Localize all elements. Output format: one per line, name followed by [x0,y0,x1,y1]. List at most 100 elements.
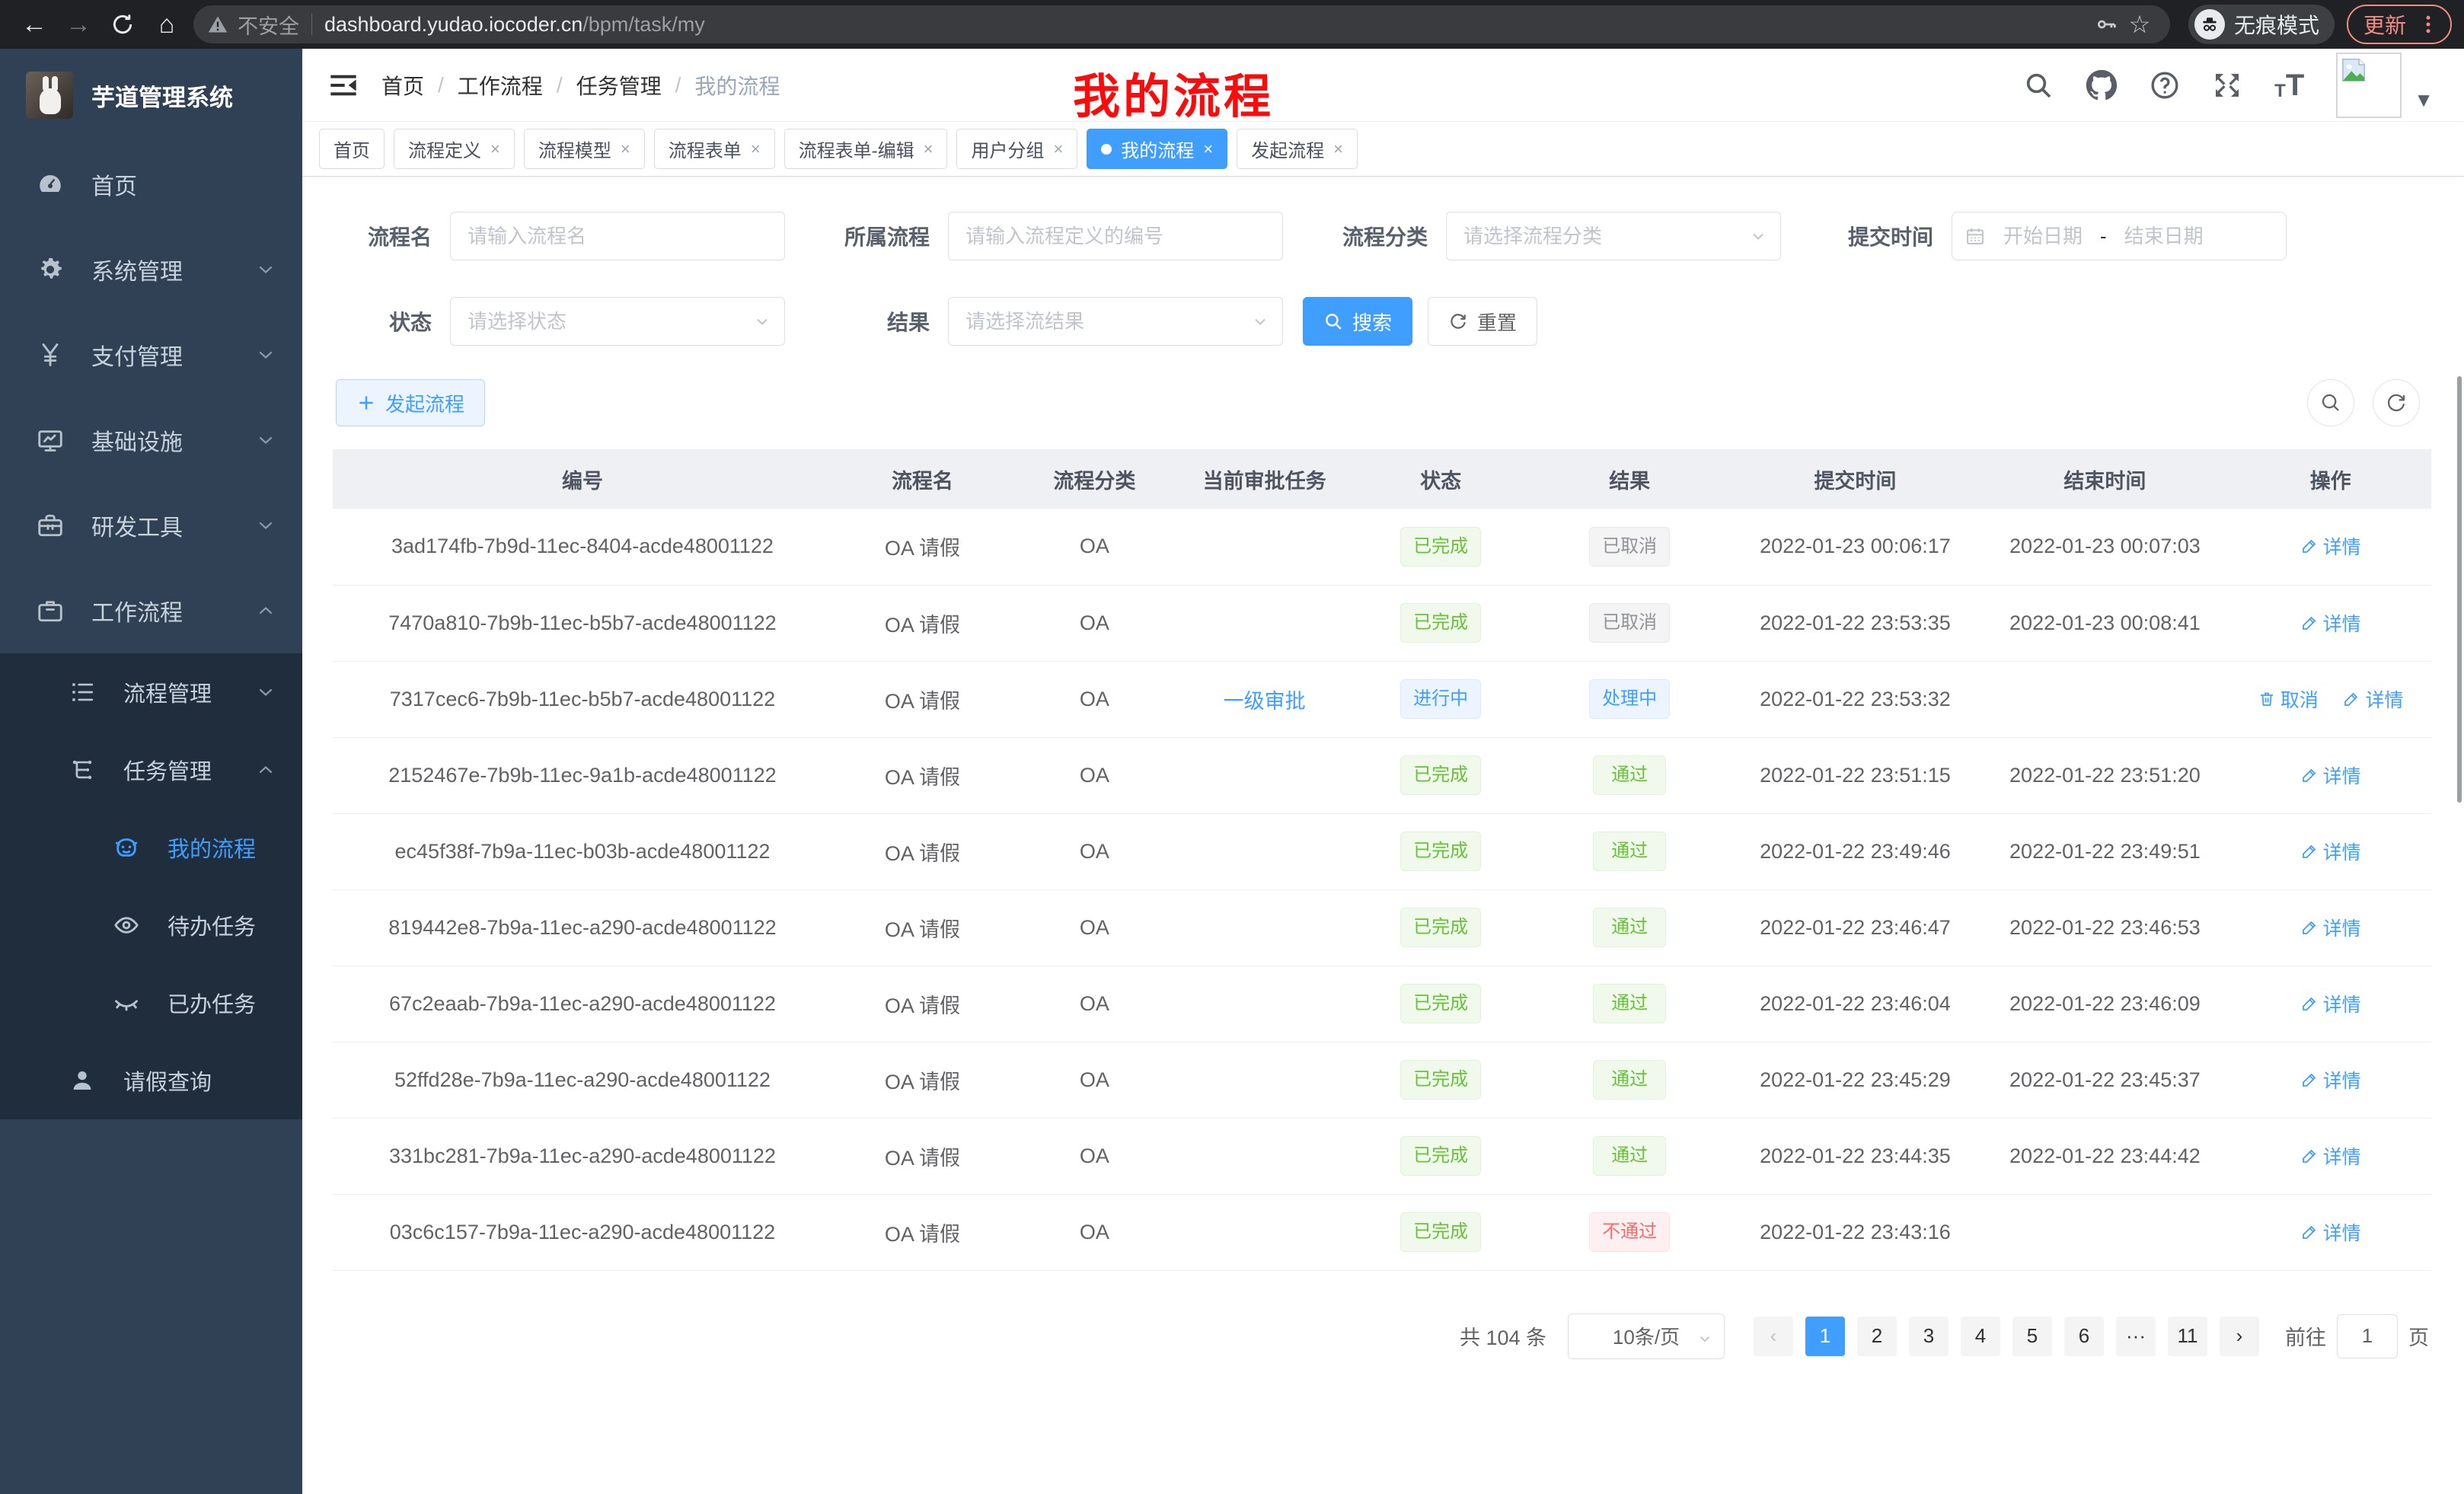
tab-close-icon[interactable]: × [751,139,761,159]
prev-page-button[interactable]: ‹ [1754,1317,1793,1356]
tab-流程表单[interactable]: 流程表单× [654,129,775,169]
column-header: 提交时间 [1730,449,1980,509]
sidebar-item-任务管理[interactable]: 任务管理 [0,731,302,809]
font-size-icon[interactable]: TT [2274,70,2304,101]
detail-action-link[interactable]: 详情 [2300,1066,2361,1093]
column-header: 结束时间 [1980,449,2229,509]
category-select[interactable] [1446,212,1781,260]
sidebar-item-支付管理[interactable]: 支付管理 [0,312,302,397]
back-button[interactable]: ← [12,7,56,42]
start-date-input[interactable] [1986,225,2100,248]
breadcrumb-item[interactable]: 首页 [381,70,424,101]
name-filter-input[interactable] [450,212,785,260]
sidebar-item-流程管理[interactable]: 流程管理 [0,653,302,731]
password-key-icon[interactable] [2089,13,2123,36]
sidebar-item-已办任务[interactable]: 已办任务 [0,964,302,1042]
submit-time-cell: 2022-01-22 23:51:15 [1730,737,1980,813]
help-icon[interactable] [2150,70,2180,101]
sidebar-collapse-button[interactable] [325,67,362,104]
reset-button[interactable]: 重置 [1428,297,1537,346]
detail-action-link[interactable]: 详情 [2300,1218,2361,1246]
detail-action-link[interactable]: 详情 [2300,761,2361,789]
scrollbar[interactable] [2457,376,2462,803]
more-pages-button[interactable]: ··· [2116,1317,2156,1356]
page-size-select[interactable]: 10条/页 [1568,1314,1725,1359]
breadcrumb-item[interactable]: 任务管理 [576,70,662,101]
tab-发起流程[interactable]: 发起流程× [1237,129,1358,169]
sidebar-item-我的流程[interactable]: 我的流程 [0,809,302,886]
tab-close-icon[interactable]: × [1203,139,1213,159]
tab-close-icon[interactable]: × [1333,139,1343,159]
search-button[interactable]: 搜索 [1303,297,1412,346]
address-bar[interactable]: 不安全 dashboard.yudao.iocoder.cn/bpm/task/… [193,5,2170,43]
cancel-action-link[interactable]: 取消 [2258,685,2319,713]
app-logo-row[interactable]: 芋道管理系统 [0,49,302,142]
page-button-3[interactable]: 3 [1909,1317,1949,1356]
detail-action-link[interactable]: 详情 [2300,914,2361,941]
reload-button[interactable] [101,7,145,42]
tab-用户分组[interactable]: 用户分组× [956,129,1077,169]
tab-close-icon[interactable]: × [1053,139,1063,159]
sidebar-item-首页[interactable]: 首页 [0,142,302,227]
result-select[interactable] [948,297,1283,346]
security-label[interactable]: 不安全 [238,10,299,40]
page-button-6[interactable]: 6 [2064,1317,2104,1356]
page-button-2[interactable]: 2 [1857,1317,1897,1356]
sidebar-item-基础设施[interactable]: 基础设施 [0,397,302,483]
tab-流程定义[interactable]: 流程定义× [394,129,515,169]
detail-action-link[interactable]: 详情 [2342,685,2403,713]
update-label: 更新 [2363,9,2406,40]
detail-action-link[interactable]: 详情 [2300,532,2361,560]
status-filter-select[interactable] [450,297,785,346]
toggle-search-button[interactable] [2307,379,2354,426]
caret-down-icon[interactable]: ▼ [2414,88,2434,112]
detail-action-link[interactable]: 详情 [2300,609,2361,637]
refresh-list-button[interactable] [2373,379,2420,426]
sidebar-item-工作流程[interactable]: 工作流程 [0,568,302,653]
header-search-icon[interactable] [2023,70,2054,101]
avatar[interactable] [2336,53,2402,118]
detail-action-link[interactable]: 详情 [2300,838,2361,865]
result-filter-select[interactable] [948,297,1283,346]
breadcrumb-separator: / [557,73,563,97]
detail-action-link[interactable]: 详情 [2300,1142,2361,1170]
home-button[interactable]: ⌂ [145,7,189,42]
status-select[interactable] [450,297,785,346]
tab-close-icon[interactable]: × [621,139,630,159]
forward-button[interactable]: → [56,7,101,42]
page-button-4[interactable]: 4 [1961,1317,2000,1356]
sidebar-item-请假查询[interactable]: 请假查询 [0,1042,302,1119]
sidebar-item-待办任务[interactable]: 待办任务 [0,886,302,964]
task-link[interactable]: 一级审批 [1224,690,1306,713]
tab-流程表单-编辑[interactable]: 流程表单-编辑× [784,129,948,169]
browser-menu-icon[interactable] [2417,11,2440,37]
name-input[interactable] [450,212,785,260]
sidebar-item-研发工具[interactable]: 研发工具 [0,483,302,568]
breadcrumb-item[interactable]: 工作流程 [458,70,543,101]
goto-page-input[interactable] [2337,1314,2398,1358]
fullscreen-icon[interactable] [2212,70,2242,101]
tab-流程模型[interactable]: 流程模型× [524,129,645,169]
detail-action-link[interactable]: 详情 [2300,990,2361,1017]
tab-我的流程[interactable]: 我的流程× [1087,129,1227,169]
update-button[interactable]: 更新 [2347,5,2452,44]
bookmark-star-icon[interactable]: ☆ [2123,10,2156,39]
process-table: 编号流程名流程分类当前审批任务状态结果提交时间结束时间操作 3ad174fb-7… [333,449,2431,1271]
tab-close-icon[interactable]: × [490,139,500,159]
result-badge: 通过 [1593,984,1666,1023]
process-filter-input[interactable] [948,212,1283,260]
page-button-5[interactable]: 5 [2012,1317,2052,1356]
actions-cell: 取消 详情 [2229,585,2431,661]
tab-首页[interactable]: 首页 [319,129,385,169]
page-button-11[interactable]: 11 [2168,1317,2207,1356]
submit-time-range-picker[interactable]: - [1952,212,2287,260]
create-process-button[interactable]: 发起流程 [336,379,485,426]
process-input[interactable] [948,212,1283,260]
end-date-input[interactable] [2107,225,2221,248]
sidebar-item-系统管理[interactable]: 系统管理 [0,227,302,312]
tab-close-icon[interactable]: × [924,139,934,159]
next-page-button[interactable]: › [2220,1317,2259,1356]
github-icon[interactable] [2086,69,2118,101]
page-button-1[interactable]: 1 [1805,1317,1845,1356]
category-filter-select[interactable] [1446,212,1781,260]
